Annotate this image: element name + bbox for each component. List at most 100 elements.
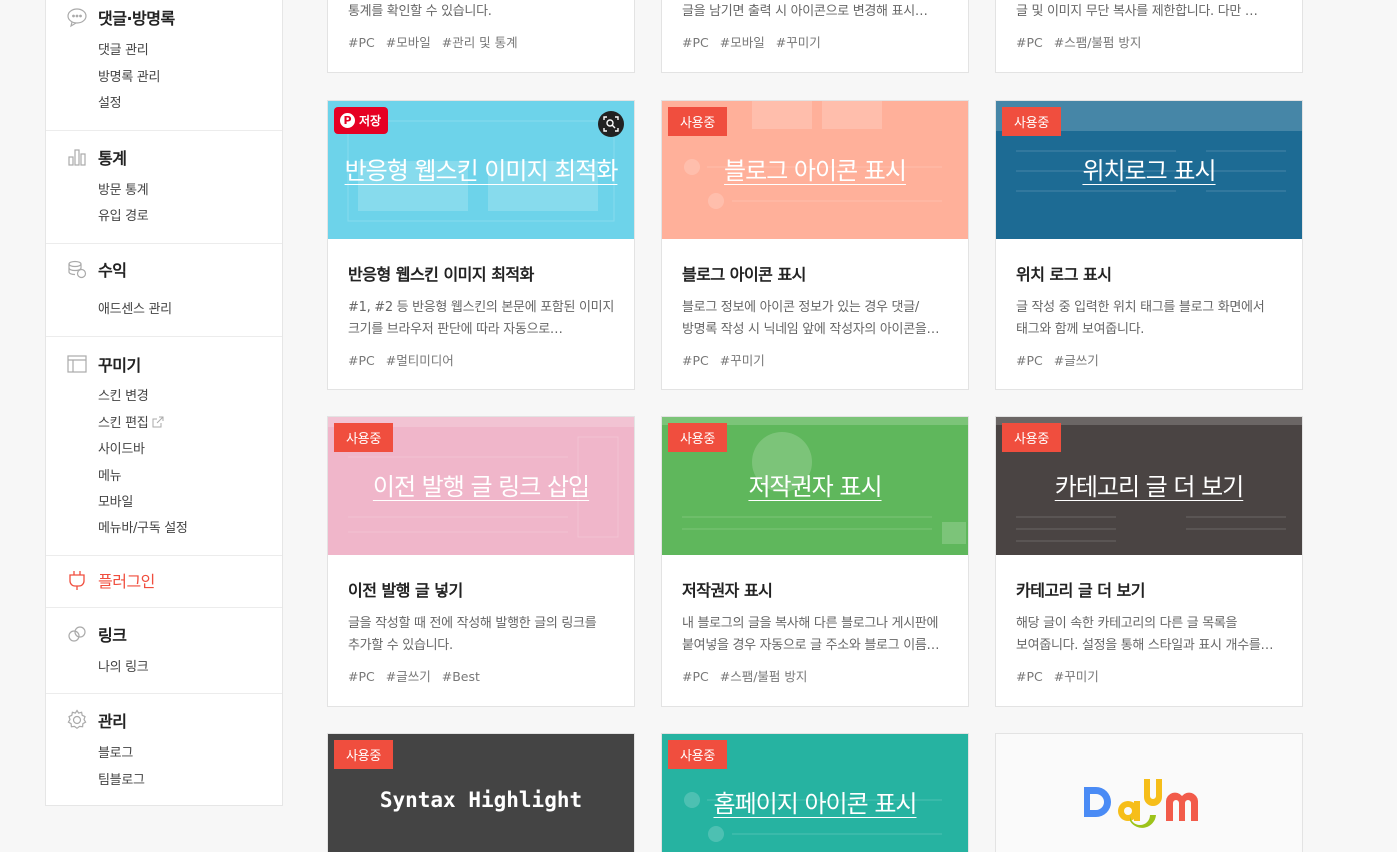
sidebar-item-sidebar[interactable]: 사이드바 [98, 438, 145, 457]
status-badge: 사용중 [668, 107, 727, 136]
tag[interactable]: #멀티미디어 [386, 353, 454, 368]
tag[interactable]: #글쓰기 [386, 669, 431, 684]
layout-icon [66, 353, 88, 375]
sidebar-item-team-blog[interactable]: 팀블로그 [98, 769, 145, 788]
plugin-card[interactable]: 홈페이지 아이콘 표시 사용중 [661, 733, 969, 852]
card-description: 통계를 확인할 수 있습니다. [348, 4, 492, 19]
sidebar-item-blog[interactable]: 블로그 [98, 742, 133, 761]
plugin-card[interactable]: 이전 발행 글 링크 삽입 사용중 이전 발행 글 넣기 글을 작성할 때 전에… [327, 416, 635, 707]
sidebar-heading-revenue[interactable]: 수익 [66, 257, 127, 281]
tag[interactable]: #스팸/불펌 방지 [1054, 35, 1142, 50]
card-thumbnail: 홈페이지 아이콘 표시 사용중 [662, 734, 968, 852]
tag[interactable]: #꾸미기 [1054, 669, 1099, 684]
sidebar-section-links: 링크 나의 링크 [46, 608, 282, 694]
plugin-card[interactable]: 반응형 웹스킨 이미지 최적화 P 저장 반응형 웹스킨 이미지 최적화 #1, … [327, 100, 635, 390]
plugin-card[interactable]: 통계를 확인할 수 있습니다. #PC #모바일 #관리 및 통계 [327, 0, 635, 73]
plugin-card[interactable]: 블로그 아이콘 표시 사용중 블로그 아이콘 표시 블로그 정보에 아이콘 정보… [661, 100, 969, 390]
card-tags: #PC #모바일 #관리 및 통계 [348, 32, 614, 51]
thumbnail-title: 홈페이지 아이콘 표시 [713, 790, 918, 818]
status-badge: 사용중 [1002, 107, 1061, 136]
pinterest-save-button[interactable]: P 저장 [334, 107, 389, 134]
card-tags: #PC #스팸/불펌 방지 [1016, 32, 1282, 51]
status-badge: 사용중 [668, 423, 727, 452]
sidebar-heading-comments[interactable]: 댓글·방명록 [66, 5, 175, 29]
tag[interactable]: #모바일 [386, 35, 431, 50]
tag[interactable]: #글쓰기 [1054, 353, 1099, 368]
sidebar-item-mobile[interactable]: 모바일 [98, 491, 133, 510]
thumbnail-title: 위치로그 표시 [1082, 157, 1216, 185]
card-tags: #PC #꾸미기 [682, 350, 948, 369]
comment-icon [66, 6, 88, 28]
pinterest-icon: P [340, 113, 355, 128]
plugin-card[interactable]: Syntax Highlight 사용중 [327, 733, 635, 852]
sidebar-heading-admin[interactable]: 관리 [66, 708, 127, 732]
card-description: 해당 글이 속한 카테고리의 다른 글 목록을 보여줍니다. 설정을 통해 스타… [1016, 616, 1261, 653]
sidebar-item-referrer[interactable]: 유입 경로 [98, 205, 149, 224]
card-thumbnail: Syntax Highlight 사용중 [328, 734, 634, 852]
plugin-card[interactable]: 카테고리 글 더 보기 사용중 카테고리 글 더 보기 해당 글이 속한 카테고… [995, 416, 1303, 707]
sidebar-item-guestbook-manage[interactable]: 방명록 관리 [98, 66, 160, 85]
tag[interactable]: #PC [348, 669, 375, 684]
sidebar-section-title: 꾸미기 [98, 356, 141, 375]
tag[interactable]: #스팸/불펌 방지 [720, 669, 808, 684]
tag[interactable]: #PC [348, 353, 375, 368]
card-title: 이전 발행 글 넣기 [348, 581, 463, 600]
bar-chart-icon [66, 146, 88, 168]
plugin-card[interactable] [995, 733, 1303, 852]
card-description: #1, #2 등 반응형 웹스킨의 본문에 포함된 이미지 크기를 브라우저 판… [348, 300, 614, 337]
tag[interactable]: #PC [682, 669, 709, 684]
sidebar-section-title: 관리 [98, 712, 127, 731]
tag[interactable]: #PC [682, 35, 709, 50]
sidebar-section-stats: 통계 방문 통계 유입 경로 [46, 131, 282, 244]
card-thumbnail: 블로그 아이콘 표시 사용중 [662, 101, 968, 239]
plugin-card[interactable]: 저작권자 표시 사용중 저작권자 표시 내 블로그의 글을 복사해 다른 블로그… [661, 416, 969, 707]
card-tags: #PC #글쓰기 #Best [348, 666, 614, 685]
thumbnail-title: 카테고리 글 더 보기 [1054, 473, 1245, 501]
sidebar-item-adsense[interactable]: 애드센스 관리 [98, 298, 172, 317]
sidebar-heading-stats[interactable]: 통계 [66, 145, 127, 169]
card-title: 저작권자 표시 [682, 581, 773, 600]
tag[interactable]: #꾸미기 [720, 353, 765, 368]
sidebar-heading-links[interactable]: 링크 [66, 622, 127, 646]
sidebar-section-admin: 관리 블로그 팀블로그 [46, 694, 282, 805]
sidebar-item-skin-change[interactable]: 스킨 변경 [98, 385, 149, 404]
tag[interactable]: #PC [1016, 353, 1043, 368]
tag[interactable]: #Best [442, 669, 480, 684]
sidebar-item-menubar[interactable]: 메뉴바/구독 설정 [98, 517, 188, 536]
tag[interactable]: #PC [348, 35, 375, 50]
tag[interactable]: #꾸미기 [776, 35, 821, 50]
card-title: 반응형 웹스킨 이미지 최적화 [348, 265, 534, 284]
sidebar-item-comment-manage[interactable]: 댓글 관리 [98, 39, 149, 58]
sidebar-item-my-links[interactable]: 나의 링크 [98, 656, 149, 675]
tag[interactable]: #모바일 [720, 35, 765, 50]
plugin-card[interactable]: 글을 남기면 출력 시 아이콘으로 변경해 표시… #PC #모바일 #꾸미기 [661, 0, 969, 73]
sidebar-item-skin-edit[interactable]: 스킨 편집 [98, 412, 164, 431]
tag[interactable]: #관리 및 통계 [442, 35, 518, 50]
card-tags: #PC #스팸/불펌 방지 [682, 666, 948, 685]
tag[interactable]: #PC [1016, 35, 1043, 50]
card-title: 카테고리 글 더 보기 [1016, 581, 1145, 600]
thumbnail-title: 블로그 아이콘 표시 [724, 157, 907, 185]
sidebar-item-visit-stats[interactable]: 방문 통계 [98, 179, 149, 198]
visual-search-icon[interactable] [598, 111, 624, 137]
card-thumbnail: 이전 발행 글 링크 삽입 사용중 [328, 417, 634, 555]
sidebar-section-plugins: 플러그인 [46, 556, 282, 608]
sidebar-item-menu[interactable]: 메뉴 [98, 465, 122, 484]
sidebar-section-title: 링크 [98, 626, 127, 645]
plugin-card[interactable]: 글 및 이미지 무단 복사를 제한합니다. 다만 … #PC #스팸/불펌 방지 [995, 0, 1303, 73]
sidebar-item-comment-settings[interactable]: 설정 [98, 92, 122, 111]
card-tags: #PC #글쓰기 [1016, 350, 1282, 369]
card-thumbnail: 저작권자 표시 사용중 [662, 417, 968, 555]
sidebar-section-comments: 댓글·방명록 댓글 관리 방명록 관리 설정 [46, 0, 282, 131]
thumbnail-title: 반응형 웹스킨 이미지 최적화 [344, 157, 619, 185]
tag[interactable]: #PC [1016, 669, 1043, 684]
sidebar-section-title: 플러그인 [98, 572, 155, 591]
card-tags: #PC #멀티미디어 [348, 350, 614, 369]
sidebar-section-title: 댓글·방명록 [98, 9, 175, 28]
plugin-card[interactable]: 위치로그 표시 사용중 위치 로그 표시 글 작성 중 입력한 위치 태그를 블… [995, 100, 1303, 390]
sidebar-heading-plugins[interactable]: 플러그인 [66, 568, 155, 592]
status-badge: 사용중 [1002, 423, 1061, 452]
sidebar-section-revenue: 수익 애드센스 관리 [46, 244, 282, 337]
sidebar-heading-customize[interactable]: 꾸미기 [66, 352, 141, 376]
tag[interactable]: #PC [682, 353, 709, 368]
